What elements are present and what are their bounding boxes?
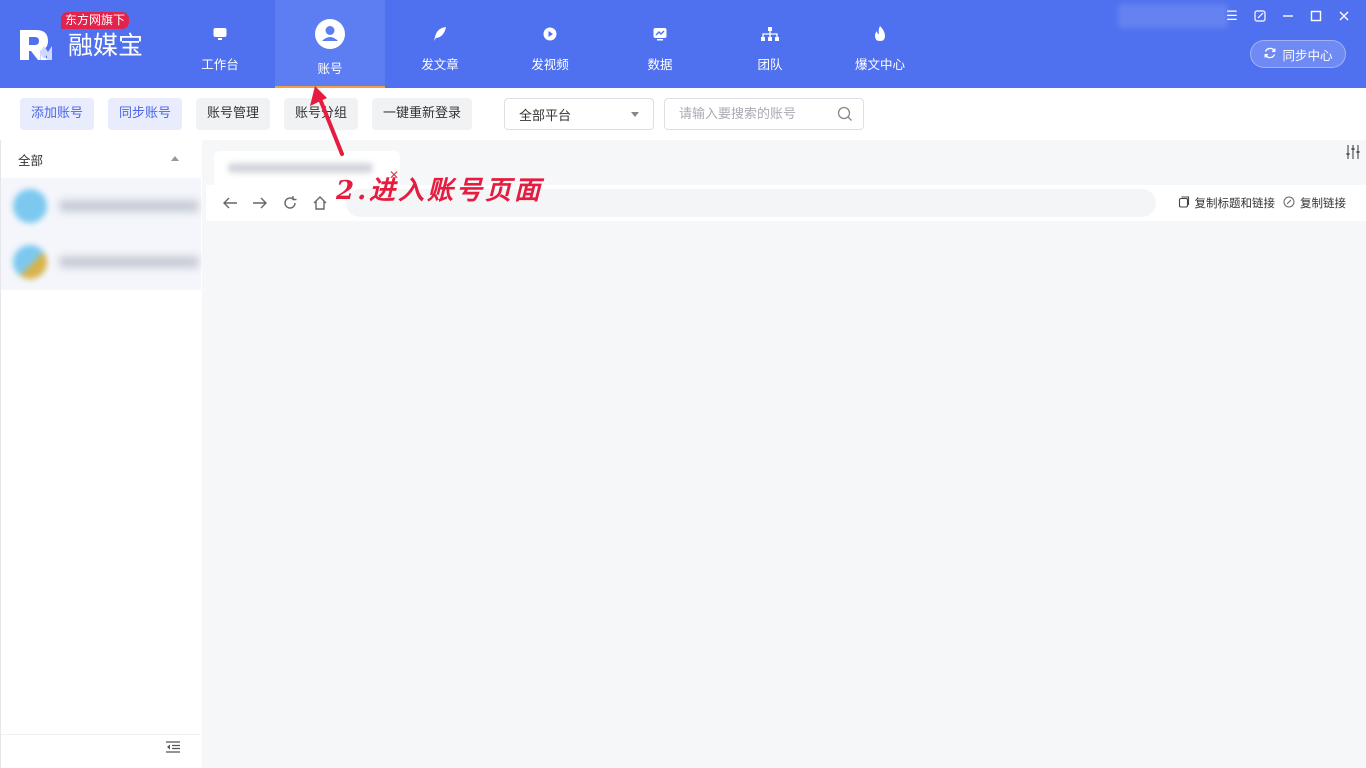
nav-item-accounts[interactable]: 账号 <box>275 0 385 88</box>
logo-mark-icon <box>18 26 56 62</box>
account-toolbar: 添加账号 同步账号 账号管理 账号分组 一键重新登录 全部平台 <box>0 88 1366 140</box>
maximize-icon[interactable] <box>1302 6 1330 26</box>
account-search <box>664 98 864 130</box>
group-all-label: 全部 <box>18 152 44 168</box>
sync-account-button[interactable]: 同步账号 <box>108 98 183 130</box>
search-icon[interactable] <box>837 106 853 126</box>
nav-item-data[interactable]: 数据 <box>605 0 715 88</box>
copy-title-link-label: 复制标题和链接 <box>1194 196 1276 210</box>
nav-label: 爆文中心 <box>854 57 905 72</box>
annotation-arrow <box>310 86 344 156</box>
account-list-item[interactable] <box>1 178 201 234</box>
nav-label: 发文章 <box>421 57 459 72</box>
link-icon <box>1283 196 1295 211</box>
group-all-header[interactable]: 全部 <box>1 140 201 178</box>
nav-label: 发视频 <box>531 57 569 72</box>
nav-item-post-article[interactable]: 发文章 <box>385 0 495 88</box>
forward-arrow-icon[interactable] <box>245 188 275 218</box>
feedback-icon[interactable] <box>1246 6 1274 26</box>
reload-icon[interactable] <box>275 188 305 218</box>
blurred-user-info <box>1118 4 1228 28</box>
search-input[interactable] <box>665 99 825 129</box>
platform-select[interactable]: 全部平台 <box>504 98 654 130</box>
sync-center-label: 同步中心 <box>1282 47 1333 63</box>
collapse-panel-icon[interactable] <box>165 740 181 758</box>
copy-icon <box>1178 195 1190 211</box>
app-logo[interactable]: 融媒宝 <box>18 26 143 62</box>
settings-sliders-icon[interactable] <box>1346 144 1360 164</box>
manage-account-button[interactable]: 账号管理 <box>196 98 271 130</box>
account-list-item[interactable] <box>1 234 201 290</box>
account-name-blurred <box>59 200 199 212</box>
back-arrow-icon[interactable] <box>215 188 245 218</box>
annotation-label: 2.进入账号页面 <box>336 176 544 206</box>
nav-label: 工作台 <box>201 57 239 72</box>
chart-icon <box>652 22 668 46</box>
caret-down-icon <box>631 112 639 117</box>
avatar <box>13 245 47 279</box>
account-name-blurred <box>59 256 199 268</box>
home-icon[interactable] <box>305 188 335 218</box>
account-browser-area: ✕ 复制标题和链接 复制链接 <box>202 140 1366 768</box>
nav-item-post-video[interactable]: 发视频 <box>495 0 605 88</box>
monitor-icon <box>212 22 228 46</box>
avatar <box>13 189 47 223</box>
copy-link-button[interactable]: 复制链接 <box>1283 195 1346 211</box>
copy-link-label: 复制链接 <box>1300 196 1346 210</box>
top-header: 融媒宝 东方网旗下 工作台 账号 发文章 发视频 数据 团队 爆文中心 ☰ 同步… <box>0 0 1366 88</box>
nav-item-workbench[interactable]: 工作台 <box>165 0 275 88</box>
nav-item-hot-articles[interactable]: 爆文中心 <box>825 0 935 88</box>
relogin-all-button[interactable]: 一键重新登录 <box>372 98 473 130</box>
nav-label: 团队 <box>757 57 783 72</box>
flame-icon <box>872 22 888 46</box>
refresh-icon <box>1263 46 1277 63</box>
minimize-icon[interactable] <box>1274 6 1302 26</box>
brand-badge: 东方网旗下 <box>61 12 130 29</box>
caret-up-icon <box>171 156 179 161</box>
nav-label: 数据 <box>647 57 673 72</box>
nav-item-team[interactable]: 团队 <box>715 0 825 88</box>
nav-label: 账号 <box>317 61 343 76</box>
feather-icon <box>431 22 449 46</box>
main-nav: 工作台 账号 发文章 发视频 数据 团队 爆文中心 <box>165 0 935 88</box>
add-account-button[interactable]: 添加账号 <box>20 98 95 130</box>
menu-icon[interactable]: ☰ <box>1218 6 1246 26</box>
window-controls: ☰ <box>1218 6 1358 26</box>
account-list-panel: 全部 <box>0 140 201 768</box>
sync-center-button[interactable]: 同步中心 <box>1250 40 1346 68</box>
user-icon <box>314 18 346 50</box>
platform-select-value: 全部平台 <box>519 108 572 124</box>
copy-actions: 复制标题和链接 复制链接 <box>1178 185 1346 221</box>
copy-title-link-button[interactable]: 复制标题和链接 <box>1178 195 1276 211</box>
panel-divider <box>1 734 201 735</box>
app-name: 融媒宝 <box>68 31 144 60</box>
org-icon <box>760 22 780 46</box>
play-icon <box>542 22 558 46</box>
close-icon[interactable] <box>1330 6 1358 26</box>
